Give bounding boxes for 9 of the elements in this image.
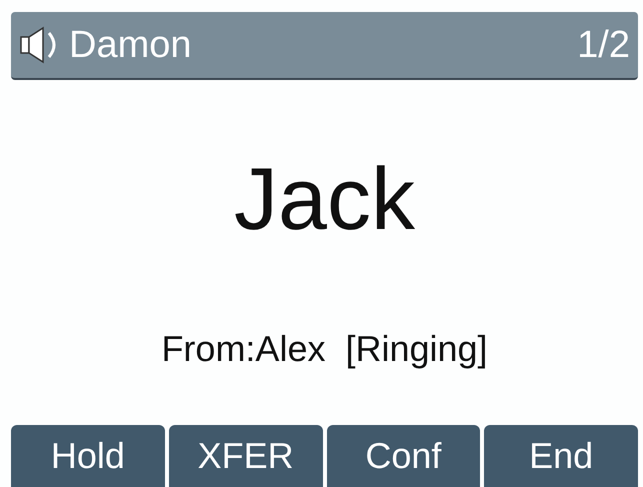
caller-name: Damon [69, 24, 192, 66]
from-label: From:Alex [161, 328, 326, 370]
softkey[interactable]: End [484, 425, 638, 487]
softkey[interactable]: Hold [11, 425, 165, 487]
contact-name: Jack [234, 155, 415, 243]
softkey[interactable]: XFER [168, 425, 322, 487]
call-counter: 1/2 [577, 24, 630, 66]
call-status: [Ringing] [345, 328, 488, 370]
softkey[interactable]: Conf [326, 425, 480, 487]
